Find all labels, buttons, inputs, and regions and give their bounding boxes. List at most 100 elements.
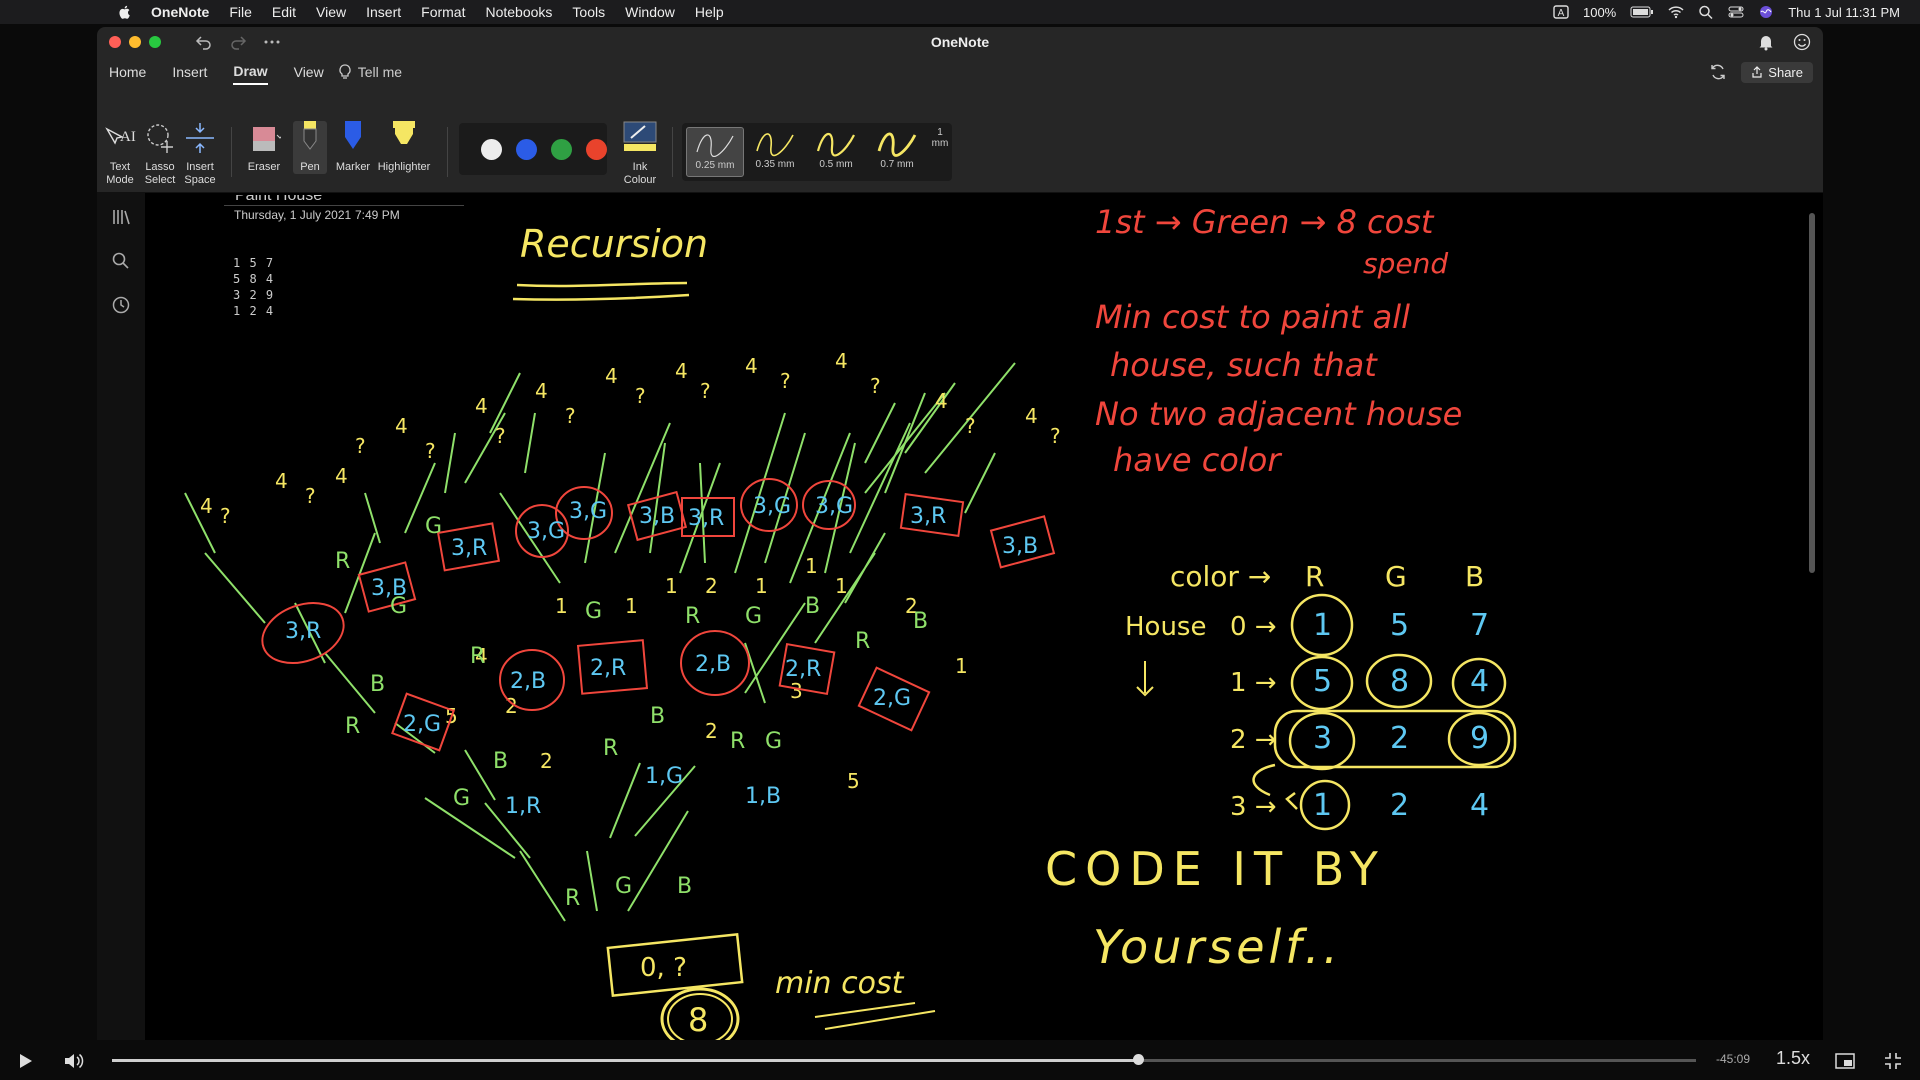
playback-speed-button[interactable]: 1.5x [1776,1048,1810,1069]
min-cost-underline [814,1002,936,1030]
page-canvas[interactable]: Paint House Thursday, 1 July 2021 7:49 P… [145,193,1823,1042]
menu-view[interactable]: View [316,4,346,20]
color-swatch-white[interactable] [481,138,502,160]
battery-icon[interactable] [1630,5,1654,19]
menu-notebooks[interactable]: Notebooks [485,4,552,20]
tab-home[interactable]: Home [109,60,146,84]
svg-text:2: 2 [705,574,718,598]
color-swatch-blue[interactable] [516,138,537,160]
tab-view[interactable]: View [294,60,324,84]
menu-file[interactable]: File [229,4,252,20]
lasso-icon [147,124,173,153]
svg-text:AI: AI [120,129,136,145]
pen-stroke-icon [816,132,855,157]
eraser-label: Eraser [247,161,281,173]
text-mode-tool[interactable]: AI Text Mode [103,121,137,187]
zoom-window-button[interactable] [149,36,161,48]
svg-text:4: 4 [835,349,848,373]
pen-size-1[interactable]: 1 mm [930,127,950,175]
pen-size-025[interactable]: 0.25 mm [686,127,744,177]
wifi-icon[interactable] [1668,5,1684,19]
menu-tools[interactable]: Tools [572,4,605,20]
spotlight-search-icon[interactable] [1698,5,1714,19]
feedback-smiley-icon[interactable] [1793,33,1811,51]
highlighter-tool[interactable]: Highlighter [375,121,433,174]
search-icon[interactable] [111,251,131,271]
pen-size-07[interactable]: 0.7 mm [869,127,925,175]
pen-size-035[interactable]: 0.35 mm [747,127,803,175]
tell-me-search[interactable]: Tell me [338,64,402,80]
svg-text:G: G [390,594,407,619]
marker-tool[interactable]: Marker [333,121,373,174]
eraser-tool[interactable]: Eraser [241,121,287,174]
svg-text:3,R: 3,R [688,506,724,531]
svg-text:3: 3 [790,679,803,703]
ink-colour-label: Ink Colour [623,161,657,186]
vertical-scrollbar[interactable] [1809,213,1815,573]
cell-2-r: 3 [1313,721,1332,756]
pen-tool[interactable]: Pen [293,121,327,174]
root-answer: 8 [688,1001,708,1039]
tab-draw[interactable]: Draw [233,59,268,85]
first-step-note: 1st → Green → 8 cost [1095,203,1435,241]
menu-help[interactable]: Help [695,4,724,20]
play-icon[interactable] [14,1050,36,1072]
undo-icon[interactable] [195,33,213,51]
insert-space-tool[interactable]: Insert Space [180,121,220,187]
ink-drawing-layer[interactable]: Recursion 4 ? 4? 4? 4? 4? 4? 4? 4? 4? 4? 4? 4? [145,193,1823,1042]
pen-thickness-gallery: 0.25 mm 0.35 mm 0.5 mm 0.7 mm 1 mm [682,123,952,181]
menu-clock[interactable]: Thu 1 Jul 11:31 PM [1788,5,1900,20]
progress-handle[interactable] [1133,1054,1145,1065]
svg-text:?: ? [565,404,576,428]
cell-3-g: 2 [1390,788,1409,823]
menu-insert[interactable]: Insert [366,4,401,20]
more-options-icon[interactable] [263,33,281,51]
text-mode-icon: AI [105,127,136,145]
tell-me-label: Tell me [357,64,403,80]
table-col-g: G [1385,560,1407,593]
table-header-label: color → [1170,560,1271,593]
recent-notes-clock-icon[interactable] [111,295,131,315]
tab-insert[interactable]: Insert [172,60,207,84]
notebooks-icon[interactable] [111,207,131,227]
svg-text:3,B: 3,B [1002,534,1038,559]
lasso-select-label: Lasso Select [144,161,176,186]
keyboard-input-icon[interactable]: A [1553,5,1569,19]
pen-size-05[interactable]: 0.5 mm [808,127,864,175]
svg-text:?: ? [635,384,646,408]
svg-text:?: ? [965,414,976,438]
insert-space-icon [186,123,214,153]
redo-icon[interactable] [229,33,247,51]
playback-progress-bar[interactable] [112,1054,1696,1065]
svg-text:B: B [913,609,928,634]
exit-fullscreen-icon[interactable] [1882,1050,1904,1072]
siri-icon[interactable] [1758,5,1774,19]
share-button[interactable]: Share [1741,61,1813,83]
cell-0-b: 7 [1470,608,1489,643]
picture-in-picture-icon[interactable] [1834,1050,1856,1072]
sync-icon[interactable] [1709,63,1727,81]
ink-colour-tool[interactable]: Ink Colour [617,121,663,187]
control-center-icon[interactable] [1728,5,1744,19]
svg-text:R: R [603,736,618,761]
menu-format[interactable]: Format [421,4,465,20]
apple-icon[interactable] [117,4,133,20]
svg-text:G: G [615,874,632,899]
ink-color-palette [459,123,607,175]
volume-icon[interactable] [62,1050,84,1072]
menu-window[interactable]: Window [625,4,675,20]
color-swatch-red[interactable] [586,138,607,160]
minimize-window-button[interactable] [129,36,141,48]
svg-text:4: 4 [335,464,348,488]
window-controls [109,36,161,48]
color-swatch-green[interactable] [551,138,572,160]
svg-text:B: B [493,749,508,774]
highlighter-icon [393,121,415,144]
close-window-button[interactable] [109,36,121,48]
menu-app-name[interactable]: OneNote [151,4,209,20]
cell-2-b: 9 [1470,721,1489,756]
notifications-bell-icon[interactable] [1757,33,1775,51]
lasso-select-tool[interactable]: Lasso Select [140,121,180,187]
svg-text:R: R [335,549,350,574]
menu-edit[interactable]: Edit [272,4,296,20]
